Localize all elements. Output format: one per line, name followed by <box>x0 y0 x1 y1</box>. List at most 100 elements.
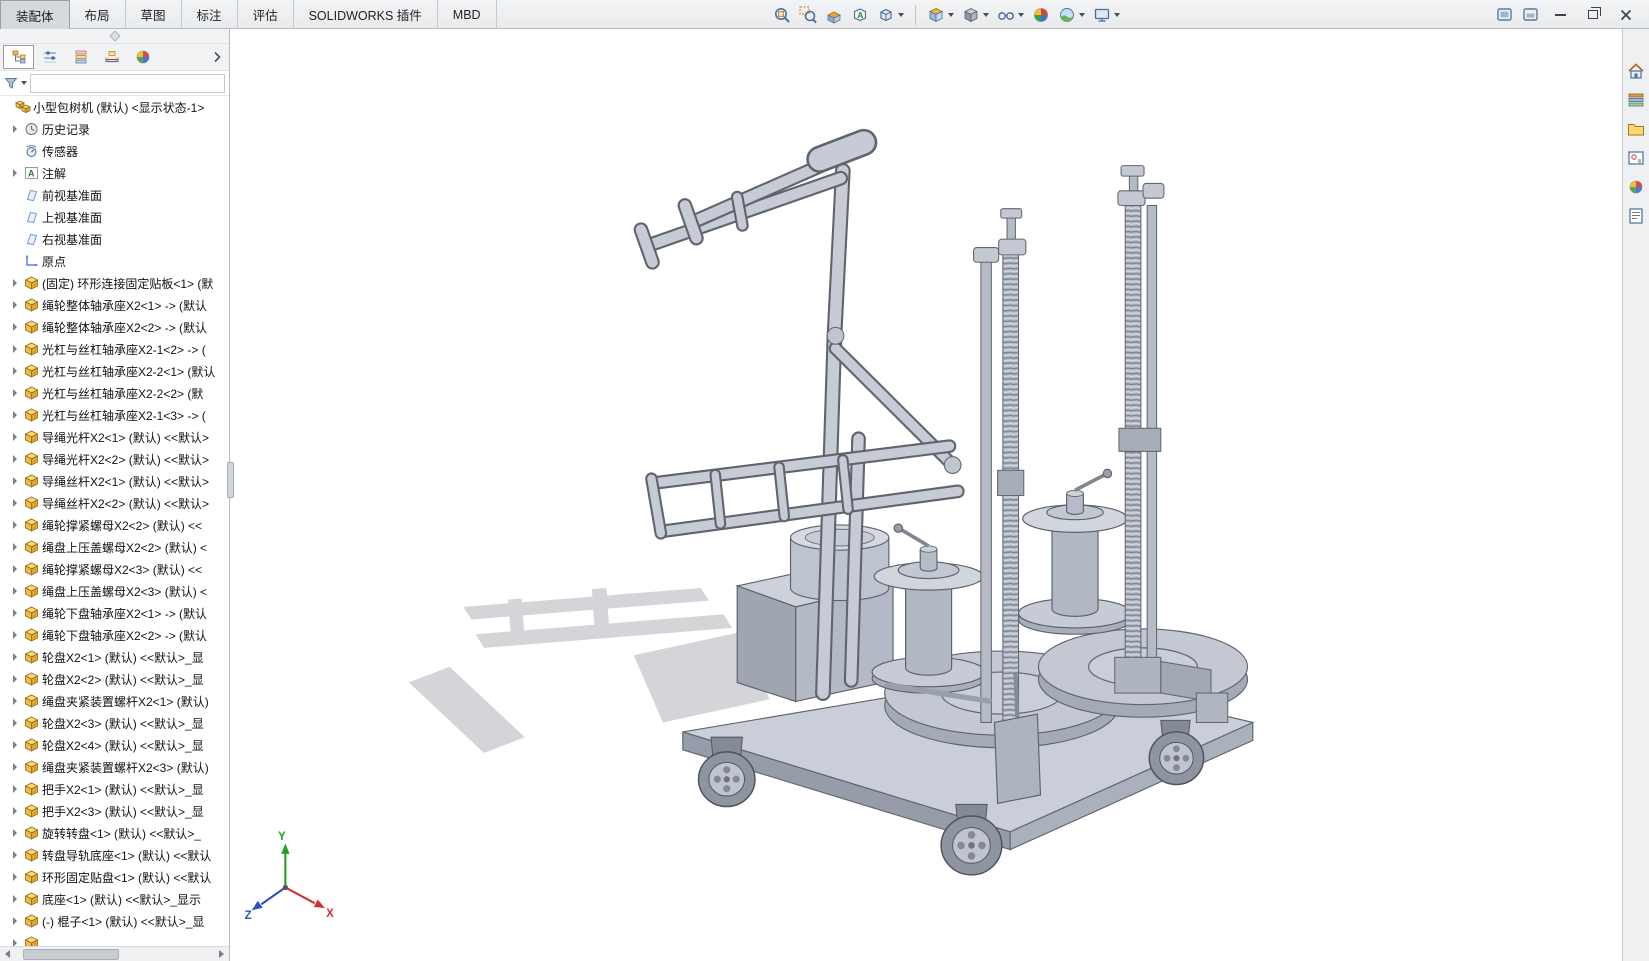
filter-funnel-icon[interactable] <box>4 76 27 90</box>
view-orientation-button[interactable] <box>924 2 957 28</box>
tree-item[interactable]: 绳盘夹紧装置螺杆X2<3> (默认) <box>0 756 229 778</box>
tree-item[interactable]: 导绳光杆X2<2> (默认) <<默认> <box>0 448 229 470</box>
hide-show-items-button[interactable] <box>994 2 1027 28</box>
tree-item[interactable]: 导绳丝杆X2<1> (默认) <<默认> <box>0 470 229 492</box>
tab-sketch[interactable]: 草图 <box>126 0 182 29</box>
panel-collapse-handle[interactable] <box>108 30 121 42</box>
tree-item[interactable]: 绳轮整体轴承座X2<1> -> (默认 <box>0 294 229 316</box>
panel-tab-displaymanager[interactable] <box>127 45 158 69</box>
tree-item[interactable]: 轮盘X2<3> (默认) <<默认>_显 <box>0 712 229 734</box>
tree-item[interactable]: 轮盘X2<1> (默认) <<默认>_显 <box>0 646 229 668</box>
task-pane-tab-design-library[interactable] <box>1625 88 1648 111</box>
dropdown-caret-icon[interactable] <box>1114 12 1120 17</box>
expand-arrow-icon[interactable] <box>13 587 17 595</box>
tree-item[interactable]: 导绳光杆X2<1> (默认) <<默认> <box>0 426 229 448</box>
section-view-button[interactable] <box>822 2 846 28</box>
zoom-to-area-button[interactable] <box>796 2 820 28</box>
tree-item[interactable]: 轮盘X2<4> (默认) <<默认>_显 <box>0 734 229 756</box>
panel-splitter-handle[interactable] <box>227 462 234 498</box>
expand-arrow-icon[interactable] <box>13 543 17 551</box>
tab-annotation[interactable]: 标注 <box>182 0 238 29</box>
panel-tab-propertymanager[interactable] <box>34 45 65 69</box>
tree-item[interactable]: 绳盘上压盖螺母X2<3> (默认) < <box>0 580 229 602</box>
panel-flyout-chevron-icon[interactable] <box>208 51 226 63</box>
panel-tab-configurationmanager[interactable] <box>65 45 96 69</box>
expand-arrow-icon[interactable] <box>13 411 17 419</box>
edit-appearance-button[interactable] <box>1029 2 1053 28</box>
expand-arrow-icon[interactable] <box>13 323 17 331</box>
model-drum-cylinder[interactable] <box>789 524 890 602</box>
expand-arrow-icon[interactable] <box>13 763 17 771</box>
dropdown-caret-icon[interactable] <box>983 12 989 17</box>
tree-item[interactable]: (固定) 环形连接固定贴板<1> (默 <box>0 272 229 294</box>
expand-arrow-icon[interactable] <box>13 653 17 661</box>
dropdown-caret-icon[interactable] <box>1018 12 1024 17</box>
expand-arrow-icon[interactable] <box>13 125 17 133</box>
tree-item[interactable]: 绳轮撑紧螺母X2<2> (默认) << <box>0 514 229 536</box>
panel-tab-dimxpertmanager[interactable] <box>96 45 127 69</box>
tab-solidworks-addins[interactable]: SOLIDWORKS 插件 <box>294 0 438 29</box>
tree-item[interactable]: 绳盘上压盖螺母X2<2> (默认) < <box>0 536 229 558</box>
expand-arrow-icon[interactable] <box>13 367 17 375</box>
expand-arrow-icon[interactable] <box>13 301 17 309</box>
tree-item[interactable]: 上视基准面 <box>0 206 229 228</box>
3d-drawing-view-button[interactable] <box>874 2 907 28</box>
dropdown-caret-icon[interactable] <box>1079 12 1085 17</box>
expand-arrow-icon[interactable] <box>13 939 17 946</box>
task-pane-tab-custom-properties[interactable] <box>1625 204 1648 227</box>
tree-item[interactable]: 原点 <box>0 250 229 272</box>
tree-item[interactable]: 把手X2<1> (默认) <<默认>_显 <box>0 778 229 800</box>
graphics-area[interactable]: Y X Z <box>231 29 1622 961</box>
expand-arrow-icon[interactable] <box>13 455 17 463</box>
tree-item[interactable]: 右视基准面 <box>0 228 229 250</box>
tab-mbd[interactable]: MBD <box>438 0 497 29</box>
tree-item[interactable]: 转盘导轨底座<1> (默认) <<默认 <box>0 844 229 866</box>
model-wheel[interactable] <box>1148 731 1205 786</box>
tree-item[interactable]: 前视基准面 <box>0 184 229 206</box>
tree-item[interactable]: 把手X2<3> (默认) <<默认>_显 <box>0 800 229 822</box>
tree-item[interactable]: A 注解 <box>0 162 229 184</box>
minimize-button[interactable] <box>1547 4 1573 26</box>
expand-arrow-icon[interactable] <box>13 433 17 441</box>
expand-arrow-icon[interactable] <box>13 499 17 507</box>
assembly-3d-view[interactable]: Y X Z <box>231 29 1622 961</box>
expand-arrow-icon[interactable] <box>13 345 17 353</box>
expand-arrow-icon[interactable] <box>13 719 17 727</box>
tree-item[interactable]: 绳轮撑紧螺母X2<3> (默认) << <box>0 558 229 580</box>
expand-arrow-icon[interactable] <box>13 785 17 793</box>
tree-item[interactable]: 底座<1> (默认) <<默认>_显示 <box>0 888 229 910</box>
expand-arrow-icon[interactable] <box>13 675 17 683</box>
task-pane-tab-file-explorer[interactable] <box>1625 117 1648 140</box>
annotation-view-button[interactable]: A <box>848 2 872 28</box>
display-style-button[interactable] <box>959 2 992 28</box>
tree-item[interactable]: 光杠与丝杠轴承座X2-1<2> -> ( <box>0 338 229 360</box>
expand-arrow-icon[interactable] <box>13 631 17 639</box>
expand-arrow-icon[interactable] <box>13 477 17 485</box>
tree-item[interactable]: 绳盘夹紧装置螺杆X2<1> (默认) <box>0 690 229 712</box>
expand-arrow-icon[interactable] <box>13 169 17 177</box>
scrollbar-track[interactable] <box>15 947 214 961</box>
tree-item[interactable]: 旋转转盘<1> (默认) <<默认>_ <box>0 822 229 844</box>
tree-item[interactable]: 绳轮整体轴承座X2<2> -> (默认 <box>0 316 229 338</box>
scroll-right-button[interactable] <box>214 947 229 961</box>
tree-horizontal-scrollbar[interactable] <box>0 946 229 961</box>
expand-arrow-icon[interactable] <box>13 279 17 287</box>
expand-arrow-icon[interactable] <box>13 609 17 617</box>
model-rope-spool[interactable] <box>1017 468 1133 635</box>
expand-arrow-icon[interactable] <box>13 521 17 529</box>
tree-item[interactable]: 传感器 <box>0 140 229 162</box>
tree-item[interactable]: 轮盘X2<2> (默认) <<默认>_显 <box>0 668 229 690</box>
tree-item[interactable]: 光杠与丝杠轴承座X2-2<1> (默认 <box>0 360 229 382</box>
tree-item[interactable]: 绳轮下盘轴承座X2<1> -> (默认 <box>0 602 229 624</box>
scroll-left-button[interactable] <box>0 947 15 961</box>
expand-arrow-icon[interactable] <box>13 895 17 903</box>
expand-arrow-icon[interactable] <box>13 807 17 815</box>
tree-item[interactable]: 历史记录 <box>0 118 229 140</box>
document-window-icon[interactable] <box>1521 5 1540 24</box>
expand-arrow-icon[interactable] <box>13 565 17 573</box>
expand-arrow-icon[interactable] <box>13 829 17 837</box>
tree-item[interactable] <box>0 932 229 946</box>
expand-arrow-icon[interactable] <box>13 873 17 881</box>
expand-arrow-icon[interactable] <box>13 851 17 859</box>
task-pane-tab-solidworks-resources[interactable] <box>1625 59 1648 82</box>
